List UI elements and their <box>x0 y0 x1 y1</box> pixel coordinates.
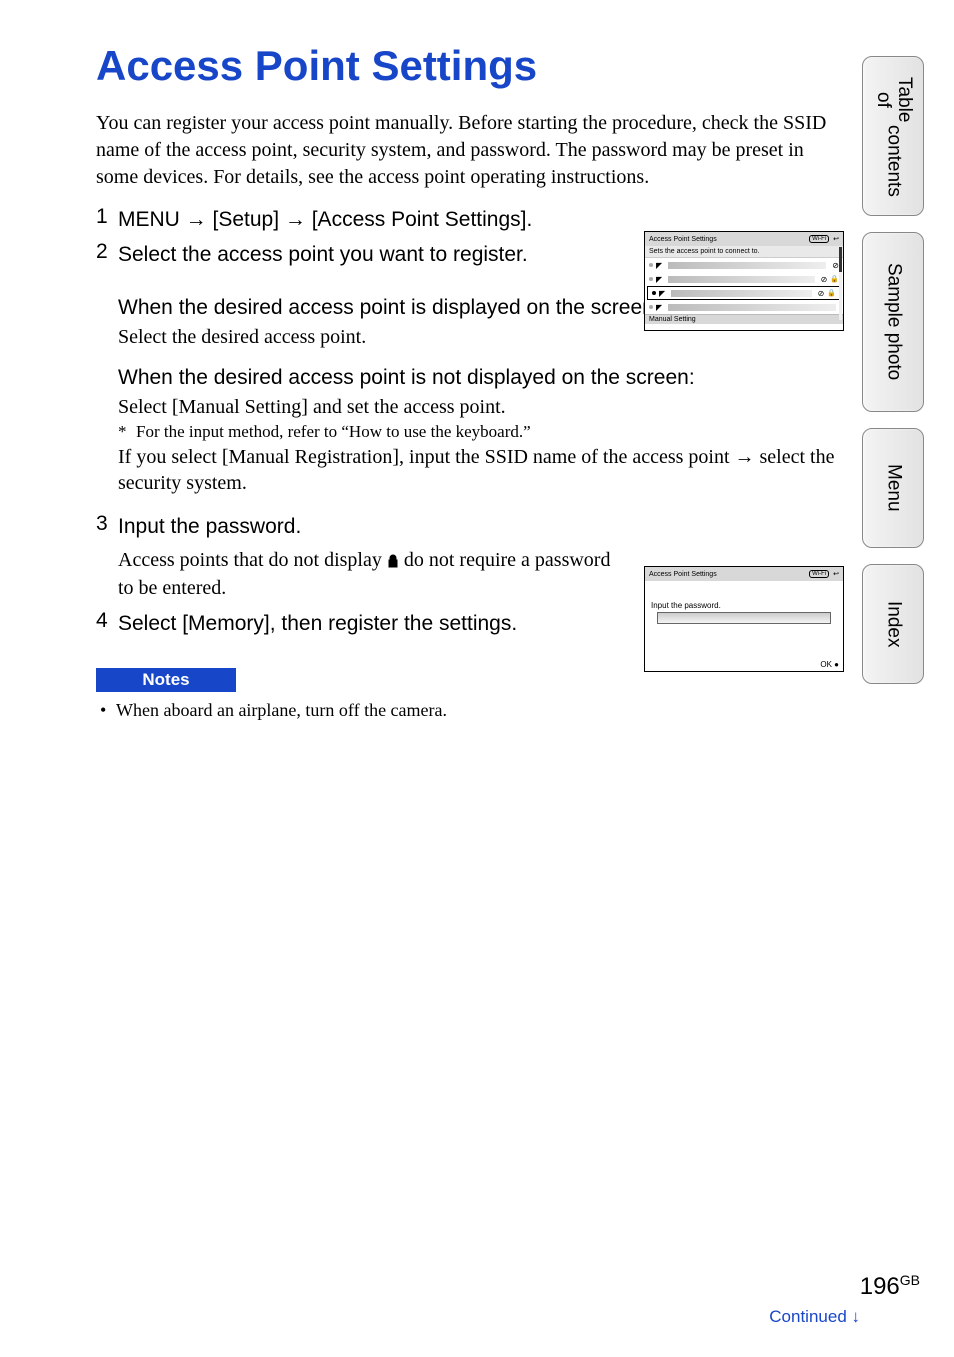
nolock-icon: ⊘ <box>832 261 839 270</box>
scrollbar-thumb <box>839 247 842 272</box>
lock-icon: 🔒 <box>830 275 839 283</box>
step-number: 3 <box>96 512 118 536</box>
sub-body: If you select [Manual Registration], inp… <box>118 444 846 496</box>
ok-label: OK ● <box>820 660 839 669</box>
ssid-placeholder <box>671 290 811 297</box>
intro-paragraph: You can register your access point manua… <box>96 110 846 191</box>
continued-indicator: Continued ↓ <box>769 1307 860 1327</box>
radio-icon <box>652 291 656 295</box>
tab-menu[interactable]: Menu <box>862 428 924 548</box>
back-icon: ↩ <box>833 235 839 243</box>
signal-icon: ◤ <box>656 275 662 284</box>
footnote: * For the input method, refer to “How to… <box>118 422 846 442</box>
password-input-box <box>657 612 831 624</box>
page-title: Access Point Settings <box>96 42 850 90</box>
sub-body: Select [Manual Setting] and set the acce… <box>118 394 846 420</box>
tab-sample-photo[interactable]: Sample photo <box>862 232 924 412</box>
back-icon: ↩ <box>833 570 839 578</box>
arrow-right-icon: → <box>186 208 207 231</box>
wifi-badge: Wi-Fi <box>809 235 829 243</box>
note-item: • When aboard an airplane, turn off the … <box>100 700 846 721</box>
page-number-suffix: GB <box>900 1272 920 1288</box>
tab-index[interactable]: Index <box>862 564 924 684</box>
screenshot-password-input: Access Point Settings Wi-Fi ↩ Input the … <box>644 566 844 672</box>
screenshot-subtitle: Sets the access point to connect to. <box>645 246 843 258</box>
arrow-right-icon: → <box>285 208 306 231</box>
ap-row-selected: ◤ ⊘🔒 <box>647 286 841 300</box>
arrow-right-icon: → <box>735 446 755 468</box>
step-text: Select [Memory], then register the setti… <box>118 609 517 638</box>
screenshot-header: Access Point Settings Wi-Fi ↩ <box>645 232 843 246</box>
ap-row: ◤⊘ <box>645 258 843 272</box>
page-number-value: 196 <box>860 1273 900 1300</box>
manual-setting-row: Manual Setting <box>645 314 843 324</box>
scrollbar <box>839 247 842 320</box>
lock-icon: 🔒 <box>827 289 836 297</box>
nolock-icon: ⊘ <box>818 289 825 298</box>
asterisk: * <box>118 422 136 442</box>
radio-icon <box>649 263 653 267</box>
screenshot-access-point-list: Access Point Settings Wi-Fi ↩ Sets the a… <box>644 231 844 331</box>
tab-label: Table of <box>872 75 914 125</box>
signal-icon: ◤ <box>659 289 665 298</box>
step-subtext: Access points that do not display do not… <box>118 547 618 600</box>
tab-label: Menu <box>883 464 904 512</box>
nolock-icon: ⊘ <box>821 275 828 284</box>
footnote-text: For the input method, refer to “How to u… <box>136 422 531 442</box>
step-fragment: [Setup] <box>207 208 285 231</box>
wifi-badge: Wi-Fi <box>809 570 829 578</box>
step-text: MENU → [Setup] → [Access Point Settings]… <box>118 205 618 234</box>
step-number: 2 <box>96 240 118 264</box>
tab-table-of-contents[interactable]: Table of contents <box>862 56 924 216</box>
note-text: When aboard an airplane, turn off the ca… <box>116 700 447 721</box>
tab-label: contents <box>883 125 904 197</box>
step-1: 1 MENU → [Setup] → [Access Point Setting… <box>96 205 846 234</box>
screenshot-title: Access Point Settings <box>649 571 717 578</box>
ssid-placeholder <box>668 262 826 269</box>
ap-row: ◤ ⊘🔒 <box>645 272 843 286</box>
radio-icon <box>649 305 653 309</box>
sub-heading: When the desired access point is not dis… <box>118 366 846 390</box>
step-text: Select the access point you want to regi… <box>118 240 528 269</box>
page-number: 196GB <box>860 1272 920 1301</box>
ssid-placeholder <box>668 276 814 283</box>
radio-icon <box>649 277 653 281</box>
signal-icon: ◤ <box>656 261 662 270</box>
step-number: 4 <box>96 609 118 633</box>
step-number: 1 <box>96 205 118 229</box>
text-fragment: Access points that do not display <box>118 549 387 571</box>
notes-heading: Notes <box>96 668 236 692</box>
step-fragment: MENU <box>118 208 186 231</box>
password-label: Input the password. <box>651 601 843 610</box>
text-fragment: If you select [Manual Registration], inp… <box>118 446 735 468</box>
tab-label: Sample photo <box>883 263 904 380</box>
step-text: Input the password. <box>118 512 301 541</box>
bullet-icon: • <box>100 700 116 721</box>
step-fragment: [Access Point Settings]. <box>306 208 532 231</box>
signal-icon: ◤ <box>656 303 662 312</box>
ap-row: ◤ <box>645 300 843 314</box>
step-3: 3 Input the password. <box>96 512 846 541</box>
screenshot-header: Access Point Settings Wi-Fi ↩ <box>645 567 843 581</box>
lock-icon <box>387 549 399 575</box>
screenshot-title: Access Point Settings <box>649 236 717 243</box>
ssid-placeholder <box>668 304 836 311</box>
tab-label: Index <box>883 601 904 647</box>
